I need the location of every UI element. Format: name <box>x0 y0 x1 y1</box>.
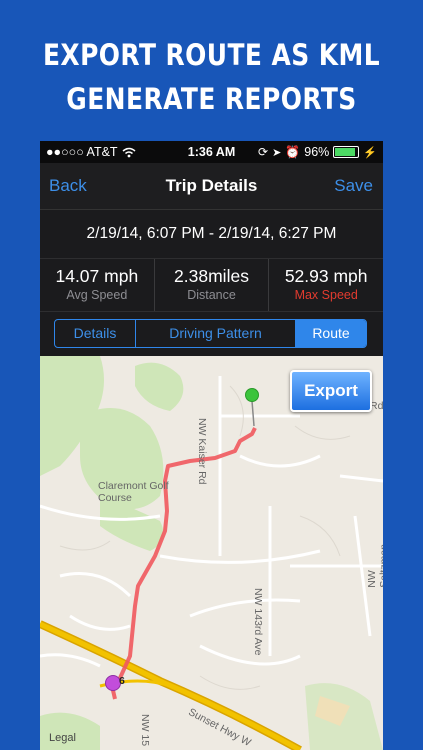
distance-stat: 2.38miles Distance <box>153 259 269 311</box>
promo-headline-1: EXPORT ROUTE AS KML <box>42 38 381 72</box>
avg-speed-stat: 14.07 mph Avg Speed <box>40 259 154 311</box>
phone-screen: ●●○○○ AT&T 1:36 AM ⟳ ➤ ⏰ 96% ⚡ Back Trip… <box>40 141 383 750</box>
tab-driving-pattern[interactable]: Driving Pattern <box>136 320 296 347</box>
save-button[interactable]: Save <box>334 176 373 196</box>
map-canvas <box>40 356 383 750</box>
page-title: Trip Details <box>165 176 258 195</box>
status-bar: ●●○○○ AT&T 1:36 AM ⟳ ➤ ⏰ 96% ⚡ <box>40 141 383 163</box>
map-marker-label: 6 <box>119 675 125 687</box>
segmented-control: Details Driving Pattern Route <box>54 319 367 348</box>
alarm-icon: ⏰ <box>285 145 301 159</box>
map-label-saltzman: NW Saltzman Rd <box>366 543 383 588</box>
map-label-143rd: NW 143rd Ave <box>252 588 264 656</box>
navigation-bar: Back Trip Details Save <box>40 163 383 210</box>
export-button[interactable]: Export <box>290 370 372 412</box>
max-speed-value: 52.93 mph <box>284 266 368 286</box>
avg-speed-value: 14.07 mph <box>55 266 139 286</box>
tab-details[interactable]: Details <box>55 320 136 347</box>
promo-banner: EXPORT ROUTE AS KML GENERATE REPORTS <box>0 0 423 140</box>
segment-bar: Details Driving Pattern Route <box>40 312 383 356</box>
map-label-kaiser: NW Kaiser Rd <box>196 418 208 485</box>
max-speed-label: Max Speed <box>294 288 358 302</box>
rotation-lock-icon: ⟳ <box>258 145 269 159</box>
location-icon: ➤ <box>272 146 282 159</box>
legal-link[interactable]: Legal <box>49 732 76 744</box>
route-map[interactable]: NW Kaiser Rd Claremont Golf Course NW 14… <box>40 356 383 750</box>
map-label-nw15: NW 15 <box>139 714 151 747</box>
trip-date-range: 2/19/14, 6:07 PM - 2/19/14, 6:27 PM <box>40 210 383 259</box>
trip-stats: 14.07 mph Avg Speed 2.38miles Distance 5… <box>40 259 383 312</box>
distance-value: 2.38miles <box>174 266 249 286</box>
battery-percent: 96% <box>304 145 330 159</box>
avg-speed-label: Avg Speed <box>66 288 128 302</box>
battery-icon <box>333 146 360 158</box>
charging-icon: ⚡ <box>363 146 377 159</box>
promo-headline-2: GENERATE REPORTS <box>66 82 357 116</box>
tab-route[interactable]: Route <box>296 320 366 347</box>
distance-label: Distance <box>187 288 236 302</box>
map-label-claremont: Claremont Golf Course <box>98 480 169 504</box>
max-speed-stat: 52.93 mph Max Speed <box>268 259 383 311</box>
